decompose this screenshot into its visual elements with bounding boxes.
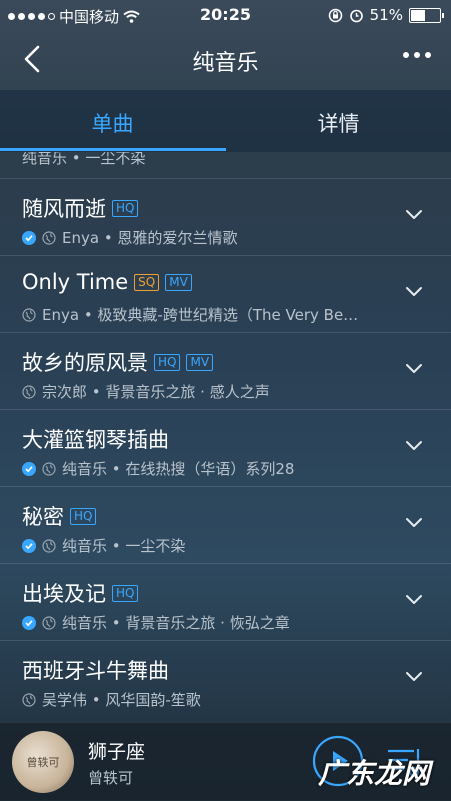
song-subtitle: Enya • 恩雅的爱尔兰情歌: [62, 229, 238, 247]
now-playing-title: 狮子座: [88, 741, 146, 763]
song-subtitle: 吴学伟 • 风华国韵-笙歌: [42, 691, 201, 709]
online-globe-icon: [22, 692, 36, 707]
song-title: 西班牙斗牛舞曲: [22, 659, 169, 683]
battery-icon: [409, 7, 444, 23]
online-globe-icon: [42, 615, 56, 630]
downloaded-check-icon: [22, 230, 36, 245]
chevron-down-icon[interactable]: [405, 205, 423, 223]
now-playing-artist: 曾轶可: [88, 769, 134, 787]
song-title-line: 随风而逝 HQ: [22, 193, 139, 223]
orientation-lock-icon: [328, 8, 342, 22]
hq-badge: HQ: [70, 507, 97, 525]
mv-badge: MV: [186, 353, 214, 371]
song-row[interactable]: 出埃及记 HQ 纯音乐 • 背景音乐之旅 · 恢弘之章: [0, 563, 451, 641]
chevron-down-icon[interactable]: [405, 590, 423, 608]
song-title: 出埃及记: [22, 582, 106, 606]
song-row[interactable]: 大灌篮钢琴插曲纯音乐 • 在线热搜（华语）系列28: [0, 409, 451, 487]
song-row[interactable]: 西班牙斗牛舞曲吴学伟 • 风华国韵-笙歌: [0, 640, 451, 718]
song-row[interactable]: Only Time SQ MV Enya • 极致典藏-跨世纪精选（The Very …: [0, 255, 451, 333]
song-subtitle: 纯音乐 • 在线热搜（华语）系列28: [62, 460, 295, 478]
song-title-line: Only Time SQ MV: [22, 270, 192, 294]
song-subtitle: 纯音乐 • 一尘不染: [62, 537, 186, 555]
song-subtitle-line: 吴学伟 • 风华国韵-笙歌: [22, 689, 201, 710]
chevron-down-icon[interactable]: [405, 282, 423, 300]
song-subtitle-line: 纯音乐 • 在线热搜（华语）系列28: [22, 458, 294, 479]
partial-subtitle: 纯音乐 • 一尘不染: [22, 152, 146, 167]
downloaded-check-icon: [22, 538, 36, 553]
album-cover[interactable]: 曾轶可: [12, 731, 74, 793]
tab-singles[interactable]: 单曲: [0, 108, 225, 138]
song-title: 秘密: [22, 505, 64, 529]
mv-badge: MV: [165, 273, 192, 291]
online-globe-icon: [42, 538, 56, 553]
song-subtitle-line: 宗次郎 • 背景音乐之旅 · 感人之声: [22, 381, 270, 402]
song-title: 大灌篮钢琴插曲: [22, 428, 169, 452]
song-subtitle-line: 纯音乐 • 一尘不染: [22, 535, 185, 556]
status-right: 51%: [328, 6, 444, 24]
song-title: 故乡的原风景: [22, 351, 148, 375]
song-title-line: 出埃及记 HQ: [22, 578, 139, 608]
tab-bar: 单曲 详情: [0, 90, 451, 152]
song-subtitle-line: Enya • 恩雅的爱尔兰情歌: [22, 227, 237, 248]
watermark: 广东龙网: [318, 757, 431, 790]
page-title: 纯音乐: [192, 51, 259, 76]
song-subtitle: Enya • 极致典藏-跨世纪精选（The Very Be…: [42, 306, 359, 324]
online-globe-icon: [42, 230, 56, 245]
chevron-down-icon[interactable]: [405, 436, 423, 454]
song-title-line: 大灌篮钢琴插曲: [22, 424, 169, 454]
chevron-down-icon[interactable]: [405, 359, 423, 377]
song-title: Only Time: [22, 270, 129, 294]
song-list[interactable]: 纯音乐 • 一尘不染 随风而逝 HQ Enya • 恩雅的爱尔兰情歌 Only Tim…: [0, 152, 451, 722]
hq-badge: HQ: [112, 199, 139, 217]
song-title-line: 西班牙斗牛舞曲: [22, 655, 169, 685]
song-row[interactable]: 秘密 HQ 纯音乐 • 一尘不染: [0, 486, 451, 564]
song-subtitle: 宗次郎 • 背景音乐之旅 · 感人之声: [42, 383, 270, 401]
song-title-line: 秘密 HQ: [22, 501, 97, 531]
status-bar: 中国移动 20:25 51%: [0, 0, 451, 30]
more-options-icon[interactable]: [403, 52, 431, 58]
online-globe-icon: [42, 461, 56, 476]
chevron-down-icon[interactable]: [405, 513, 423, 531]
online-globe-icon: [22, 307, 36, 322]
online-globe-icon: [22, 384, 36, 399]
album-cover-text: 曾轶可: [26, 756, 60, 769]
song-subtitle-line: 纯音乐 • 背景音乐之旅 · 恢弘之章: [22, 612, 290, 633]
chevron-down-icon[interactable]: [405, 667, 423, 685]
alarm-icon: [349, 9, 363, 22]
tab-details[interactable]: 详情: [226, 108, 451, 138]
song-row[interactable]: 随风而逝 HQ Enya • 恩雅的爱尔兰情歌: [0, 178, 451, 256]
song-subtitle-line: Enya • 极致典藏-跨世纪精选（The Very Be…: [22, 304, 358, 325]
partial-song-row: 纯音乐 • 一尘不染: [22, 152, 145, 178]
song-title-line: 故乡的原风景 HQ MV: [22, 347, 214, 377]
downloaded-check-icon: [22, 461, 36, 476]
song-title: 随风而逝: [22, 197, 106, 221]
nav-bar: 纯音乐: [0, 30, 451, 90]
song-row[interactable]: 故乡的原风景 HQ MV 宗次郎 • 背景音乐之旅 · 感人之声: [0, 332, 451, 410]
downloaded-check-icon: [22, 615, 36, 630]
hq-badge: HQ: [154, 353, 181, 371]
hq-badge: HQ: [112, 584, 139, 602]
tab-underline: [0, 148, 226, 151]
battery-percent: 51%: [369, 6, 403, 24]
song-subtitle: 纯音乐 • 背景音乐之旅 · 恢弘之章: [62, 614, 290, 632]
sq-badge: SQ: [134, 273, 160, 291]
